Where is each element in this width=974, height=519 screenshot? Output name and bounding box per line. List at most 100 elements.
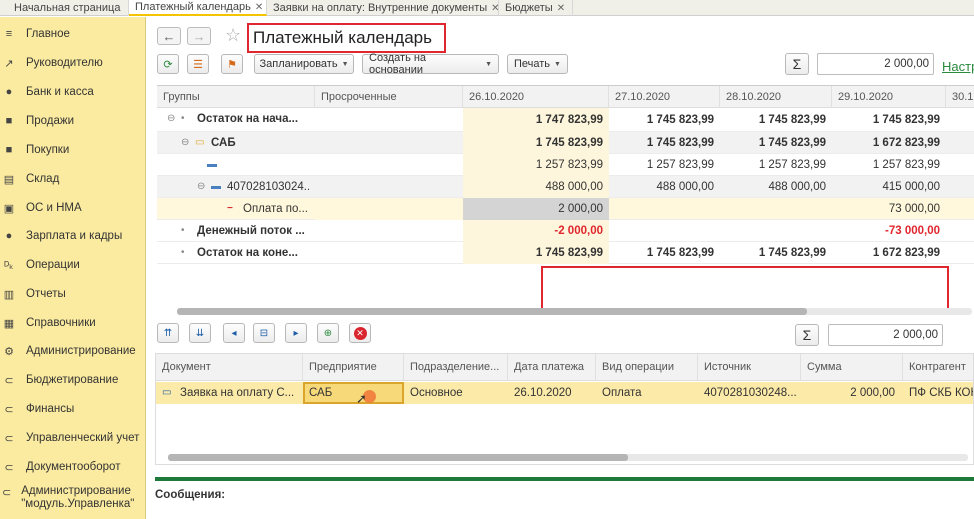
sum-field-lower[interactable]: 2 000,00 <box>828 324 943 346</box>
attach-button[interactable]: ⊕ <box>317 323 339 343</box>
table-row[interactable]: ⊖ ▬ 407028103024... 488 000,00 488 000,00 488… <box>157 176 974 198</box>
sidebar-item[interactable]: ⊂ Управленческий учет <box>0 427 146 449</box>
table-row[interactable]: ⊖ ▭ САБ 1 745 823,99 1 745 823,99 1 745 823,9… <box>157 132 974 154</box>
table-row[interactable]: ▬ 1 257 823,99 1 257 823,99 1 257 823,99 1 2… <box>157 154 974 176</box>
splitter-bar[interactable] <box>155 477 974 481</box>
cell-value[interactable]: 73 000,00 <box>832 198 946 220</box>
col-counterparty[interactable]: Контрагент <box>903 354 973 381</box>
col-amount[interactable]: Сумма <box>801 354 903 381</box>
col-groups[interactable]: Группы <box>157 86 315 108</box>
settings-link[interactable]: Настр <box>942 59 974 74</box>
tab-payment-requests[interactable]: Заявки на оплату: Внутренние документы ✕ <box>267 0 500 16</box>
col-source[interactable]: Источник <box>698 354 801 381</box>
cell-value[interactable]: 2 000,00 <box>463 198 609 220</box>
cell-value[interactable]: 488 000,00 <box>609 176 720 198</box>
sidebar-item[interactable]: ▦ Справочники <box>0 312 146 334</box>
close-icon[interactable]: ✕ <box>255 0 263 15</box>
cell-value[interactable] <box>609 198 720 220</box>
cell-value[interactable]: 1 745 823,99 <box>609 108 720 132</box>
cell-value[interactable]: 1 745 823,99 <box>720 132 832 154</box>
back-button[interactable]: ← <box>157 27 181 45</box>
sidebar-item[interactable]: ⊂ Документооборот <box>0 456 146 478</box>
sidebar-item[interactable]: ■ Покупки <box>0 139 146 161</box>
cell-value[interactable]: 1 257 823,99 <box>832 154 946 176</box>
col-payment-date[interactable]: Дата платежа <box>508 354 596 381</box>
col-operation[interactable]: Вид операции <box>596 354 698 381</box>
payment-calendar-grid[interactable]: Группы Просроченные 26.10.2020 27.10.202… <box>157 85 974 317</box>
cell-value[interactable]: 1 745 823,99 <box>463 132 609 154</box>
tab-payment-calendar[interactable]: Платежный календарь ✕ <box>129 0 267 16</box>
forward-button[interactable]: → <box>187 27 211 45</box>
create-based-button[interactable]: Создать на основании ▼ <box>362 52 499 76</box>
cell-counterparty[interactable]: ПФ СКБ КОН <box>909 382 973 404</box>
cell-value[interactable]: 1 745 823,99 <box>832 108 946 132</box>
scrollbar-thumb[interactable] <box>168 454 628 461</box>
cell-value[interactable]: -2 000,00 <box>463 220 609 242</box>
next-button[interactable]: ▸ <box>285 323 307 343</box>
row-label[interactable]: Остаток на коне... <box>197 242 309 264</box>
cell-value[interactable]: 1 745 823,99 <box>463 242 609 264</box>
sidebar-item[interactable]: ⚙ Администрирование <box>0 340 146 362</box>
col-date[interactable]: 28.10.2020 <box>720 86 832 108</box>
sidebar-item[interactable]: ⊂ Финансы <box>0 398 146 420</box>
sum-button[interactable]: Σ <box>785 53 809 75</box>
col-overdue[interactable]: Просроченные <box>315 86 463 108</box>
cell-value[interactable]: 1 745 823,99 <box>720 108 832 132</box>
sidebar-item[interactable]: ● Банк и касса <box>0 81 146 103</box>
sidebar-item[interactable]: ᴰₖ Операции <box>0 254 146 276</box>
move-up-button[interactable]: ⇈ <box>157 323 179 343</box>
cell-value[interactable]: 1 745 823,99 <box>609 242 720 264</box>
cell-value[interactable]: 1 745 823,99 <box>609 132 720 154</box>
sidebar-item[interactable]: ↗ Руководителю <box>0 52 146 74</box>
cell-value[interactable]: 488 000,00 <box>720 176 832 198</box>
sidebar-item[interactable]: ▤ Склад <box>0 168 146 190</box>
period-button[interactable]: ⊟ <box>253 323 275 343</box>
plan-button[interactable]: Запланировать ▼ <box>254 54 354 74</box>
cell-value[interactable]: 1 257 823,99 <box>609 154 720 176</box>
table-row[interactable]: − Оплата по... 2 000,00 73 000,00 <box>157 198 974 220</box>
sum-field[interactable]: 2 000,00 <box>817 53 934 75</box>
sidebar-item[interactable]: ▥ Отчеты <box>0 283 146 305</box>
cell-value[interactable]: 488 000,00 <box>463 176 609 198</box>
cell-enterprise[interactable]: САБ <box>309 382 399 404</box>
col-document[interactable]: Документ <box>156 354 303 381</box>
row-label[interactable]: Денежный поток ... <box>197 220 309 242</box>
row-label[interactable]: Остаток на нача... <box>197 108 309 130</box>
cell-amount[interactable]: 2 000,00 <box>801 382 901 404</box>
flag-button[interactable]: ⚑ <box>221 54 243 74</box>
prev-button[interactable]: ◂ <box>223 323 245 343</box>
row-label[interactable]: САБ <box>211 132 309 154</box>
horizontal-scrollbar[interactable] <box>168 454 968 461</box>
cell-value[interactable]: 1 745 823,99 <box>720 242 832 264</box>
cell-overdue[interactable] <box>315 198 463 220</box>
tab-home[interactable]: Начальная страница <box>0 0 129 16</box>
cell-value[interactable] <box>609 220 720 242</box>
cell-source[interactable]: 4070281030248... <box>704 382 800 404</box>
cell-value[interactable]: -73 000,00 <box>832 220 946 242</box>
col-date[interactable]: 27.10.2020 <box>609 86 720 108</box>
close-icon[interactable]: ✕ <box>557 1 565 16</box>
cell-document[interactable]: Заявка на оплату С... <box>180 382 300 404</box>
row-label[interactable] <box>223 154 309 176</box>
tab-budgets[interactable]: Бюджеты ✕ <box>499 0 573 16</box>
documents-grid[interactable]: Документ Предприятие Подразделение... Да… <box>155 353 974 465</box>
sidebar-item[interactable]: ■ Продажи <box>0 110 146 132</box>
cell-value[interactable]: 1 747 823,99 <box>463 108 609 132</box>
cell-value[interactable]: 415 000,00 <box>832 176 946 198</box>
table-row[interactable]: ⊖ • Остаток на нача... 1 747 823,99 1 745 82… <box>157 108 974 132</box>
col-date[interactable]: 26.10.2020 <box>463 86 609 108</box>
row-label[interactable]: 407028103024... <box>227 176 309 198</box>
row-label[interactable]: Оплата по... <box>243 198 309 220</box>
sidebar-item[interactable]: ⊂ Администрирование "модуль.Управленка" <box>0 485 146 515</box>
star-icon[interactable]: ☆ <box>225 25 241 46</box>
refresh-button[interactable]: ⟳ <box>157 54 179 74</box>
scrollbar-thumb[interactable] <box>177 308 807 315</box>
cell-department[interactable]: Основное <box>410 382 505 404</box>
sum-button-lower[interactable]: Σ <box>795 324 819 346</box>
cell-value[interactable]: 1 257 823,99 <box>720 154 832 176</box>
move-down-button[interactable]: ⇊ <box>189 323 211 343</box>
delete-button[interactable]: ✕ <box>349 323 371 343</box>
sidebar-item[interactable]: ● Зарплата и кадры <box>0 225 146 247</box>
cell-value[interactable]: 1 672 823,99 <box>832 242 946 264</box>
table-row[interactable]: • Остаток на коне... 1 745 823,99 1 745 823… <box>157 242 974 264</box>
